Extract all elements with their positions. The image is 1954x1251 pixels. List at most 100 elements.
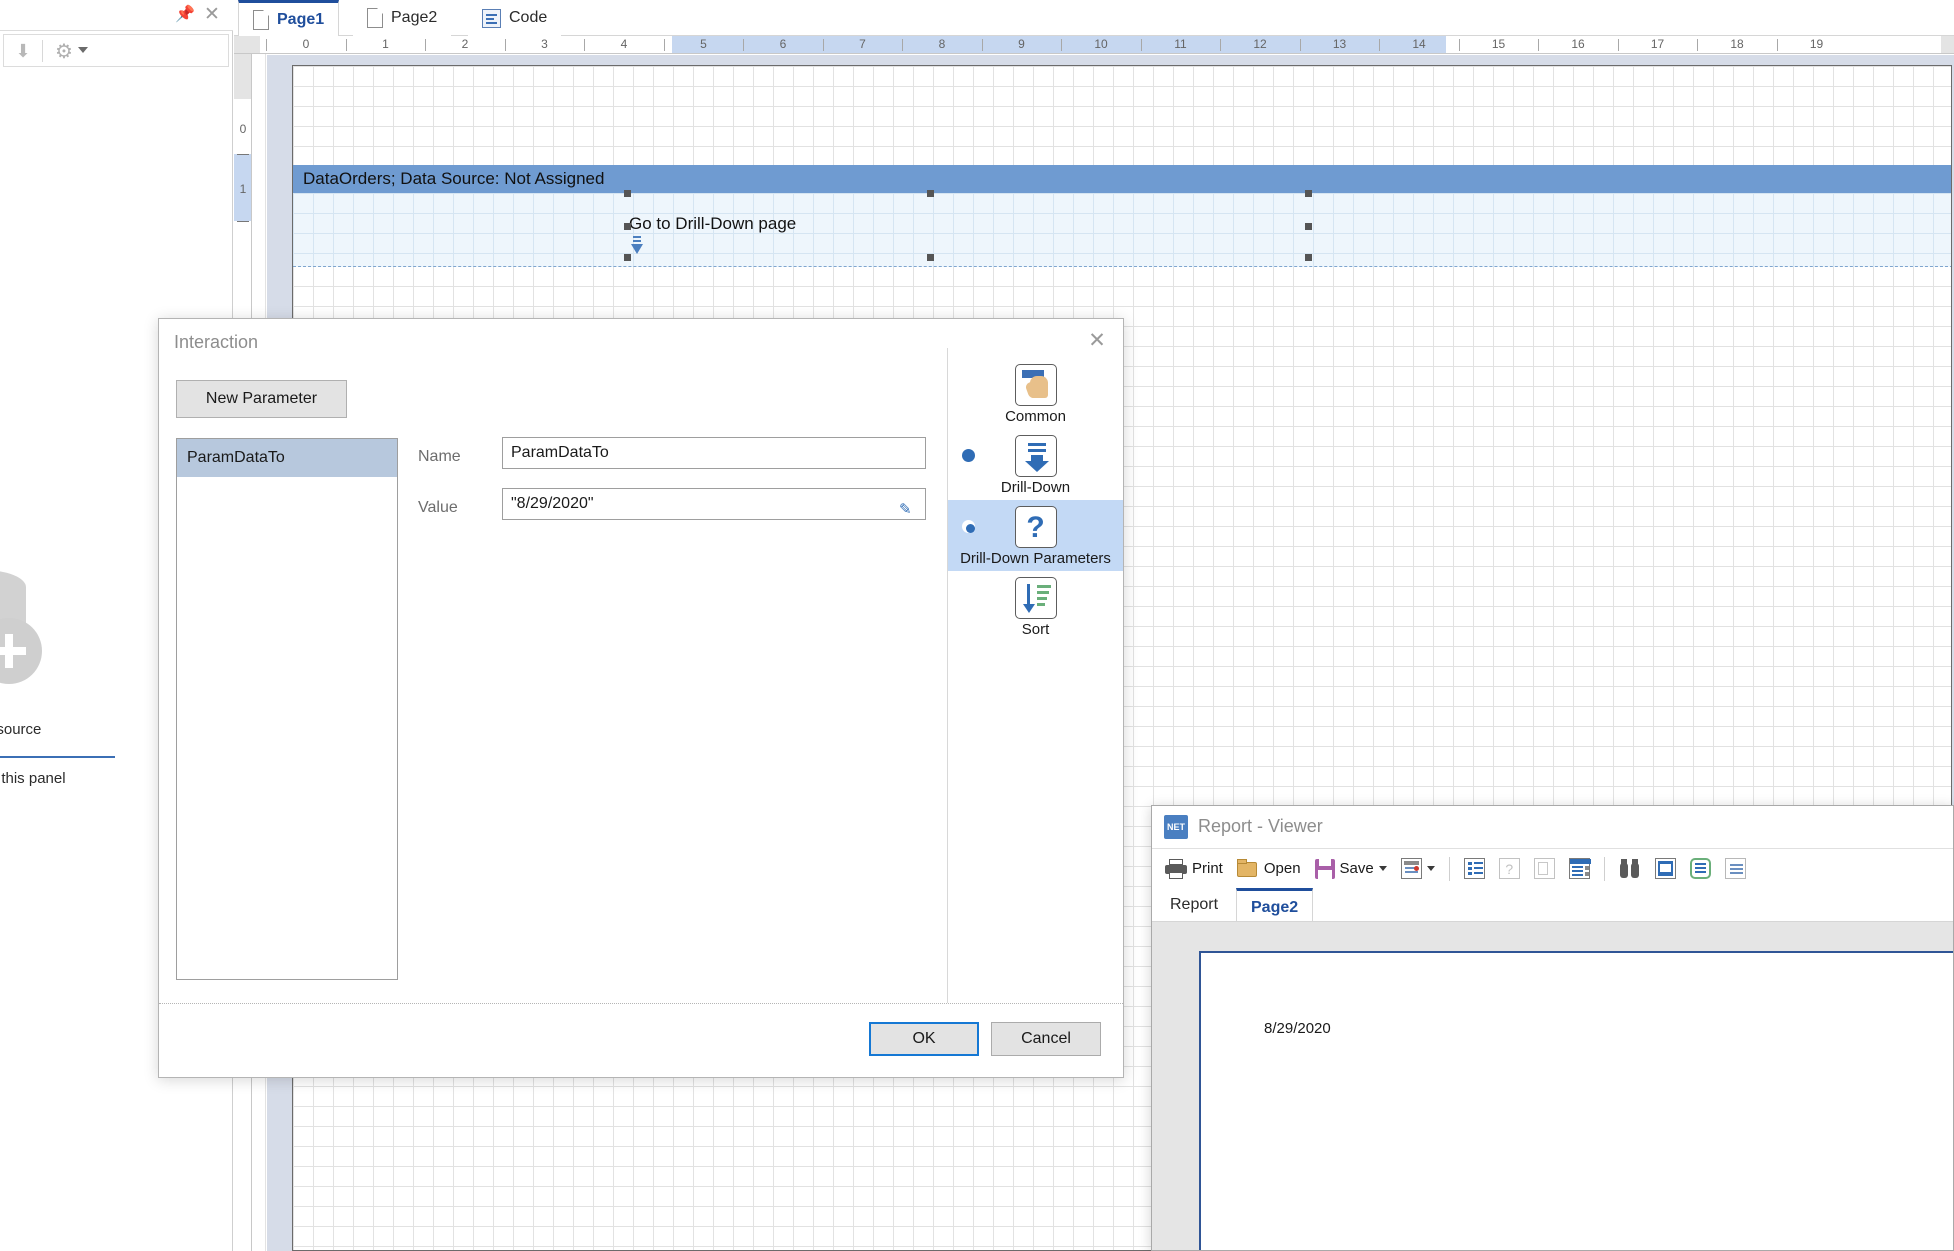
viewer-tabstrip: Report Page2 bbox=[1152, 888, 1953, 923]
resize-handle[interactable] bbox=[1305, 190, 1312, 197]
copy-page-button[interactable] bbox=[1529, 853, 1560, 885]
zoom-whole-page-button[interactable] bbox=[1685, 853, 1716, 885]
name-field[interactable]: ParamDataTo bbox=[502, 437, 926, 469]
arrow-down-icon[interactable]: ⬇ bbox=[13, 41, 33, 61]
print-button[interactable]: Print bbox=[1160, 853, 1228, 885]
thumbnails-button[interactable] bbox=[1564, 853, 1595, 885]
pin-icon[interactable]: 📌 bbox=[175, 5, 195, 25]
resize-handle[interactable] bbox=[927, 254, 934, 261]
chevron-down-icon[interactable] bbox=[78, 47, 88, 53]
list-item[interactable]: ParamDataTo bbox=[177, 439, 397, 477]
tab-page1[interactable]: Page1 bbox=[238, 0, 340, 37]
toolbar-divider bbox=[1603, 856, 1605, 881]
page-setup-icon bbox=[1463, 858, 1485, 879]
ok-button[interactable]: OK bbox=[869, 1022, 979, 1056]
band-header-databand[interactable]: DataOrders; Data Source: Not Assigned bbox=[293, 165, 1951, 193]
toolbar-label: Print bbox=[1192, 860, 1223, 877]
action-drill-down-parameters[interactable]: ? Drill-Down Parameters bbox=[948, 500, 1123, 571]
resize-handle[interactable] bbox=[1305, 254, 1312, 261]
save-button[interactable]: Save bbox=[1310, 853, 1392, 885]
toolbar-divider bbox=[1448, 856, 1450, 881]
band-body[interactable] bbox=[293, 193, 1951, 267]
radio-drill-down[interactable] bbox=[962, 449, 975, 462]
resize-handle[interactable] bbox=[624, 254, 631, 261]
report-date-value: 8/29/2020 bbox=[1264, 1020, 1331, 1037]
zoom-page-width2-icon bbox=[1724, 858, 1746, 879]
find-button[interactable] bbox=[1614, 853, 1646, 885]
tab-label: Page1 bbox=[277, 11, 325, 28]
ruler-tick bbox=[266, 39, 268, 51]
save-disk-icon bbox=[1314, 858, 1335, 879]
ruler-label: 13 bbox=[1332, 37, 1347, 51]
tab-page2[interactable]: Page2 bbox=[353, 0, 452, 36]
ruler-label: 12 bbox=[1253, 37, 1267, 51]
ruler-label: 2 bbox=[461, 37, 469, 51]
open-button[interactable]: Open bbox=[1232, 853, 1306, 885]
resize-handle[interactable] bbox=[624, 190, 631, 197]
toolbar-label: Save bbox=[1339, 860, 1374, 877]
ruler-tick bbox=[822, 39, 824, 51]
ruler-label: 1 bbox=[382, 37, 389, 51]
datasource-hint-line1: w data source bbox=[0, 721, 42, 738]
viewer-tab-report[interactable]: Report bbox=[1156, 888, 1232, 922]
action-sort[interactable]: Sort bbox=[948, 571, 1123, 642]
action-common[interactable]: Common bbox=[948, 358, 1123, 429]
cancel-button[interactable]: Cancel bbox=[991, 1022, 1101, 1056]
action-label: Common bbox=[1005, 408, 1066, 425]
drill-down-icon bbox=[1014, 435, 1057, 477]
dialog-title: Interaction bbox=[174, 332, 259, 352]
ruler-tick bbox=[1617, 39, 1619, 51]
divider bbox=[0, 756, 115, 758]
horizontal-ruler[interactable]: 0 1 2 3 4 5 6 7 8 9 10 11 12 13 14 15 16 17 18 19 bbox=[234, 36, 1954, 54]
close-icon[interactable]: ✕ bbox=[1084, 328, 1110, 354]
left-panel-titlebar: 📌 ✕ bbox=[0, 0, 233, 31]
viewer-tab-page2[interactable]: Page2 bbox=[1236, 888, 1314, 923]
help-button[interactable]: ? bbox=[1494, 853, 1525, 885]
toolbar-label: Open bbox=[1263, 860, 1301, 877]
app-logo-icon: NET bbox=[1164, 815, 1188, 839]
ruler-tick bbox=[584, 39, 586, 51]
folder-open-icon bbox=[1236, 859, 1259, 878]
action-drill-down[interactable]: Drill-Down bbox=[948, 429, 1123, 500]
ruler-tick bbox=[504, 39, 506, 51]
viewer-rendered-page[interactable]: 8/29/2020 bbox=[1199, 951, 1953, 1250]
vruler-label: 1 bbox=[239, 182, 247, 196]
ruler-label: 17 bbox=[1650, 37, 1665, 51]
new-parameter-button[interactable]: New Parameter bbox=[176, 380, 347, 418]
viewer-page-area[interactable]: 8/29/2020 bbox=[1152, 922, 1953, 1250]
radio-drill-down-parameters[interactable] bbox=[962, 520, 975, 533]
resize-handle[interactable] bbox=[927, 190, 934, 197]
ruler-tick bbox=[1776, 39, 1778, 51]
pencil-icon[interactable]: ✎ bbox=[899, 495, 917, 518]
report-viewer-window: NET Report - Viewer Print Open Save ? Re… bbox=[1151, 805, 1954, 1251]
question-mark-icon: ? bbox=[1014, 506, 1057, 548]
viewer-title: Report - Viewer bbox=[1198, 816, 1323, 836]
chevron-down-icon[interactable] bbox=[1378, 866, 1387, 871]
close-icon[interactable]: ✕ bbox=[201, 4, 223, 26]
name-label: Name bbox=[418, 448, 461, 465]
ruler-tick bbox=[902, 39, 904, 51]
value-field[interactable]: "8/29/2020" ✎ bbox=[502, 488, 926, 520]
tab-code[interactable]: Code bbox=[468, 0, 562, 36]
tab-label: Code bbox=[509, 9, 548, 26]
ruler-tick bbox=[345, 39, 347, 51]
ruler-label: 4 bbox=[620, 37, 628, 51]
toolbar-divider bbox=[42, 40, 43, 62]
vruler-label: 0 bbox=[239, 122, 247, 136]
ruler-tick bbox=[1379, 39, 1381, 51]
zoom-page-width2-button[interactable] bbox=[1720, 853, 1751, 885]
gear-icon[interactable]: ⚙ bbox=[52, 40, 76, 64]
action-label: Drill-Down bbox=[1000, 479, 1071, 496]
ruler-label: 19 bbox=[1809, 37, 1824, 51]
resize-handle[interactable] bbox=[624, 223, 631, 230]
parameter-listbox[interactable]: ParamDataTo bbox=[176, 438, 398, 980]
resize-handle[interactable] bbox=[1305, 223, 1312, 230]
ruler-label: 15 bbox=[1491, 37, 1506, 51]
chevron-down-icon[interactable] bbox=[1426, 866, 1435, 871]
zoom-page-width-button[interactable] bbox=[1650, 853, 1681, 885]
copy-page-icon bbox=[1533, 858, 1555, 879]
dialog-horizontal-divider bbox=[159, 1003, 1123, 1004]
page-setup-button[interactable] bbox=[1459, 853, 1490, 885]
send-button[interactable] bbox=[1396, 853, 1440, 885]
text-object-drilldown[interactable]: Go to Drill-Down page bbox=[629, 214, 796, 234]
